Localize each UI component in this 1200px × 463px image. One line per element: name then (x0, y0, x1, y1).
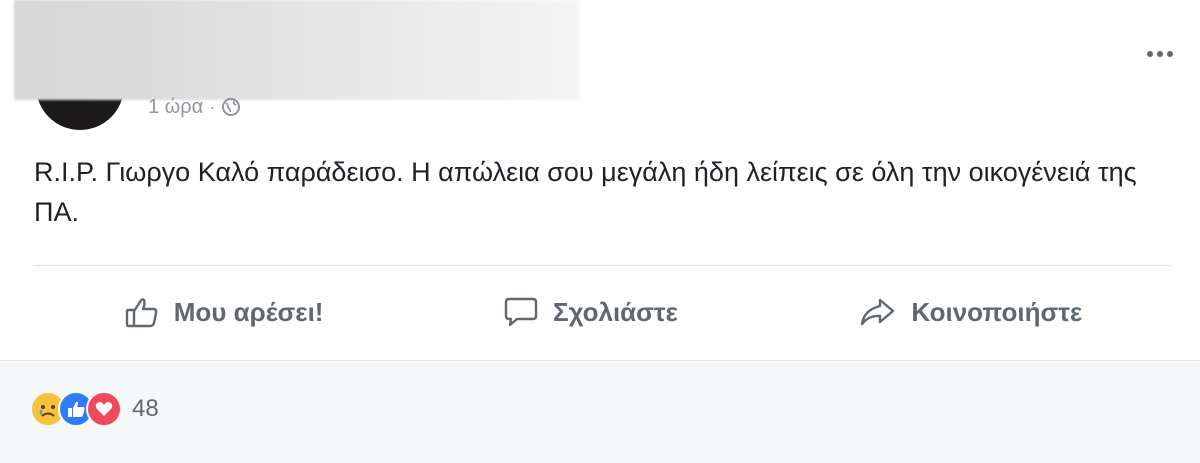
post-header: 1 ώρα · (0, 0, 1200, 130)
comment-label: Σχολιάστε (552, 296, 678, 327)
thumbs-up-icon (124, 294, 160, 330)
share-label: Κοινοποιήστε (911, 296, 1083, 327)
like-button[interactable]: Μου αρέσει! (124, 294, 324, 330)
post-timestamp[interactable]: 1 ώρα (148, 96, 203, 119)
more-options-icon[interactable] (1142, 44, 1178, 64)
meta-separator: · (209, 96, 216, 117)
post-meta: 1 ώρα · (148, 96, 241, 118)
more-dot (1167, 51, 1173, 57)
comment-button[interactable]: Σχολιάστε (503, 294, 678, 330)
reactions-footer: 48 (0, 360, 1200, 463)
more-dot (1157, 51, 1163, 57)
post-text: R.I.P. Γιωργο Καλό παράδεισο. Η απώλεια … (34, 157, 1137, 227)
redacted-author-name (14, 0, 580, 100)
globe-icon[interactable] (221, 97, 241, 117)
share-button[interactable]: Κοινοποιήστε (857, 294, 1082, 330)
action-bar: Μου αρέσει! Σχολιάστε Κοινοποιήστε (34, 266, 1172, 358)
like-label: Μου αρέσει! (173, 296, 324, 327)
reaction-summary[interactable]: 48 (30, 389, 159, 429)
post-card: 1 ώρα · R.I.P. Γιωργο Καλό παράδεισο. Η … (0, 0, 1200, 463)
share-arrow-icon (857, 294, 897, 330)
reaction-count: 48 (132, 395, 159, 422)
comment-icon (503, 294, 539, 330)
more-dot (1147, 51, 1153, 57)
love-reaction-icon (86, 391, 122, 427)
